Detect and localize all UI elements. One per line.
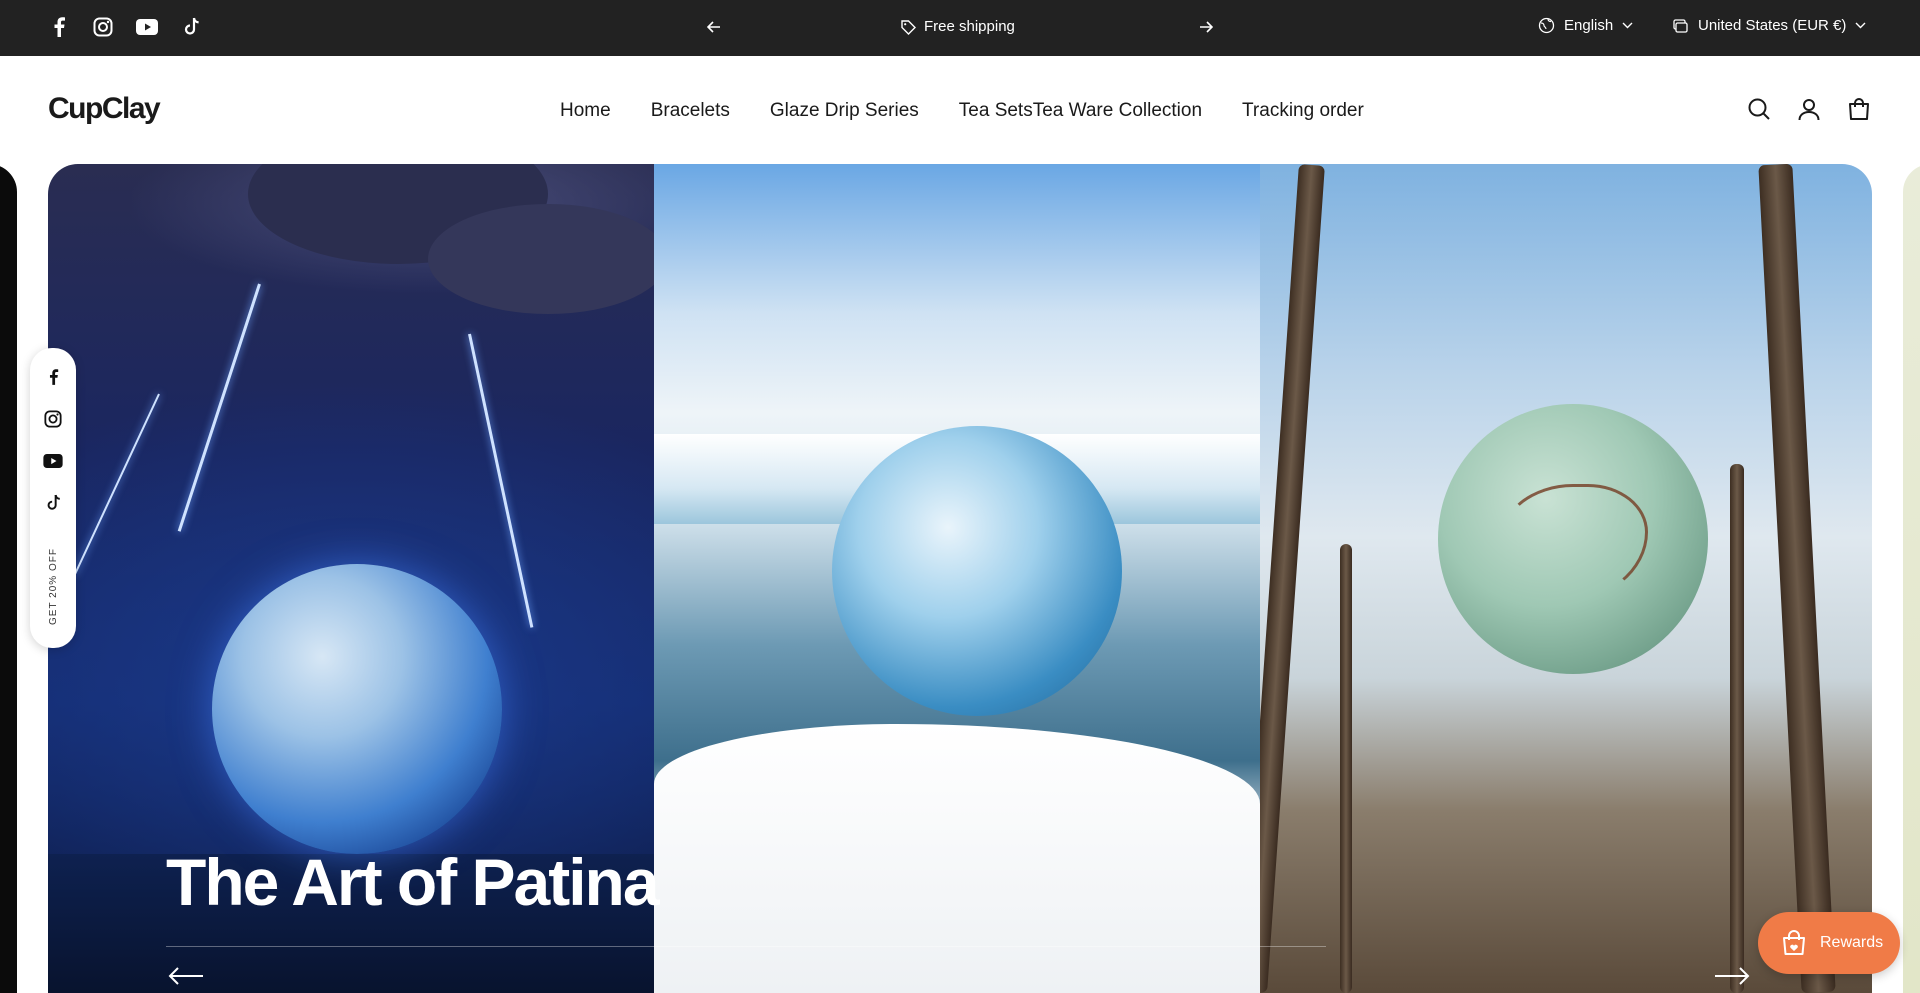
arrow-right-icon: [1200, 21, 1213, 33]
hero-panel-forest: [1260, 164, 1872, 993]
floating-social-bar: GET 20% OFF: [30, 348, 76, 648]
announcement-next-button[interactable]: [1194, 15, 1218, 39]
lightning-bolt: [177, 283, 261, 532]
lightning-bolt: [73, 393, 160, 576]
facebook-icon[interactable]: [42, 366, 64, 388]
instagram-icon[interactable]: [42, 408, 64, 430]
nav-item-tea-sets[interactable]: Tea SetsTea Ware Collection: [959, 100, 1202, 122]
nav-item-home[interactable]: Home: [560, 100, 611, 122]
site-header: CupClay Home Bracelets Glaze Drip Series…: [0, 56, 1920, 164]
topbar-socials: [48, 16, 202, 38]
announcement: Free shipping: [900, 18, 1015, 35]
language-label: English: [1564, 17, 1614, 34]
country-selector[interactable]: United States (EUR €): [1672, 17, 1866, 34]
prev-slide-peek[interactable]: [0, 164, 17, 993]
announcement-bar: Free shipping English United States (EUR…: [0, 0, 1920, 56]
arrow-right-icon: [1715, 967, 1750, 985]
hero-panel-glacier: [654, 164, 1260, 993]
hero-section: The Art of Patina: [0, 164, 1920, 993]
dead-tree: [1340, 544, 1352, 993]
celadon-crackle-bead: [1438, 404, 1708, 674]
rewards-button[interactable]: Rewards: [1758, 912, 1900, 974]
nav-item-bracelets[interactable]: Bracelets: [651, 100, 730, 122]
next-slide-peek[interactable]: [1903, 164, 1920, 993]
account-icon[interactable]: [1796, 96, 1822, 122]
instagram-icon[interactable]: [92, 16, 114, 38]
hero-slide: The Art of Patina: [48, 164, 1872, 993]
tag-icon: [901, 19, 916, 35]
promo-label: GET 20% OFF: [47, 547, 59, 625]
search-icon[interactable]: [1746, 96, 1772, 122]
tiktok-icon[interactable]: [180, 16, 202, 38]
dead-tree: [1758, 164, 1836, 993]
language-selector[interactable]: English: [1538, 17, 1633, 34]
blue-crackle-bead: [212, 564, 502, 854]
cart-icon[interactable]: [1846, 96, 1872, 122]
nav-item-glaze-drip-series[interactable]: Glaze Drip Series: [770, 100, 919, 122]
youtube-icon[interactable]: [42, 450, 64, 472]
arrow-left-icon: [707, 21, 720, 33]
chevron-down-icon: [1622, 22, 1633, 29]
country-label: United States (EUR €): [1698, 17, 1847, 34]
hero-title: The Art of Patina: [166, 845, 660, 919]
arrow-left-icon: [168, 967, 203, 985]
snow-bank: [654, 724, 1260, 993]
discount-promo-tab[interactable]: GET 20% OFF: [34, 538, 72, 634]
hero-next-button[interactable]: [1712, 964, 1752, 988]
header-actions: [1746, 96, 1872, 122]
site-logo[interactable]: CupClay: [48, 92, 161, 126]
hero-prev-button[interactable]: [166, 964, 206, 988]
glaze-crack: [1498, 484, 1648, 604]
nav-item-tracking-order[interactable]: Tracking order: [1242, 100, 1364, 122]
chevron-down-icon: [1855, 22, 1866, 29]
dead-tree: [1260, 164, 1325, 993]
main-nav: Home Bracelets Glaze Drip Series Tea Set…: [560, 100, 1364, 122]
rewards-bag-icon: [1783, 930, 1805, 955]
ice-blue-bead: [832, 426, 1122, 716]
facebook-icon[interactable]: [48, 16, 70, 38]
rewards-label: Rewards: [1820, 934, 1884, 951]
globe-icon: [1538, 17, 1555, 34]
storm-cloud: [428, 204, 654, 314]
dead-tree: [1730, 464, 1744, 993]
hero-divider: [166, 946, 1326, 947]
currency-icon: [1673, 19, 1688, 33]
announcement-text: Free shipping: [924, 18, 1015, 35]
lightning-bolt: [468, 333, 534, 628]
youtube-icon[interactable]: [136, 16, 158, 38]
announcement-prev-button[interactable]: [702, 15, 726, 39]
tiktok-icon[interactable]: [42, 492, 64, 514]
